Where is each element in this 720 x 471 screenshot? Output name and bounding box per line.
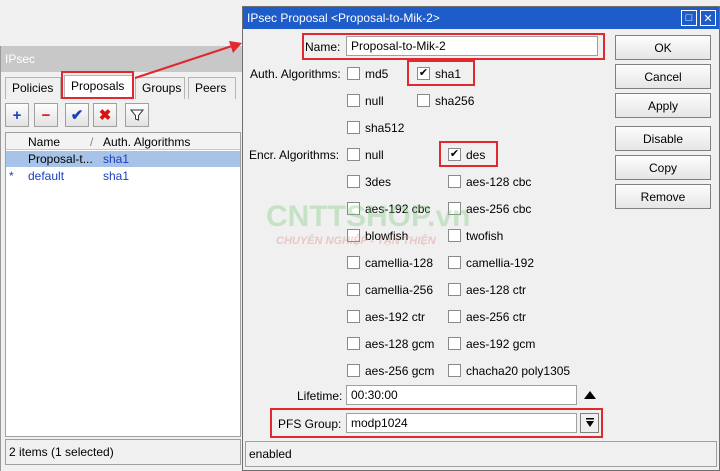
lifetime-label: Lifetime: <box>297 389 343 403</box>
twofish-label: twofish <box>466 229 504 243</box>
watermark-brand: CNTTSHOP.vn <box>266 200 471 233</box>
disable-button[interactable]: Disable <box>615 126 711 151</box>
encr-algorithms-label: Encr. Algorithms: <box>249 148 340 162</box>
watermark-tagline: CHUYÊN NGHIỆP - TẬN THIỆN <box>276 235 436 247</box>
dialog-title-bar: IPsec Proposal <Proposal-to-Mik-2> □ ✕ <box>243 7 719 29</box>
aes-256-ctr-label: aes-256 ctr <box>466 310 527 324</box>
restore-button[interactable]: □ <box>681 10 697 26</box>
sha256-label: sha256 <box>435 94 475 108</box>
des-highlight <box>439 141 498 167</box>
aes-256-cbc-label: aes-256 cbc <box>466 202 532 216</box>
close-icon: ✕ <box>703 12 713 25</box>
checkbox-aes-192-ctr[interactable] <box>347 310 360 323</box>
null-encr-label: null <box>365 148 384 162</box>
remove-button[interactable]: Remove <box>615 184 711 209</box>
dialog-title: IPsec Proposal <Proposal-to-Mik-2> <box>247 11 440 25</box>
checkbox-chacha20-poly1305[interactable] <box>448 364 461 377</box>
auth-algorithms-label: Auth. Algorithms: <box>250 67 341 81</box>
chacha20-poly1305-label: chacha20 poly1305 <box>466 364 571 378</box>
aes-192-gcm-label: aes-192 gcm <box>466 337 536 351</box>
lifetime-field[interactable]: 00:30:00 <box>346 385 577 405</box>
checkbox-3des[interactable] <box>347 175 360 188</box>
name-highlight <box>302 33 605 60</box>
sha512-label: sha512 <box>365 121 405 135</box>
dialog-status-bar: enabled <box>245 441 717 467</box>
checkbox-md5[interactable] <box>347 67 360 80</box>
ok-button[interactable]: OK <box>615 35 711 60</box>
checkbox-camellia-256[interactable] <box>347 283 360 296</box>
checkbox-aes-128-ctr[interactable] <box>448 283 461 296</box>
apply-button[interactable]: Apply <box>615 93 711 118</box>
checkbox-null-encr[interactable] <box>347 148 360 161</box>
checkbox-aes-128-cbc[interactable] <box>448 175 461 188</box>
camellia-128-label: camellia-128 <box>365 256 434 270</box>
restore-icon: □ <box>685 12 693 24</box>
checkbox-aes-128-gcm[interactable] <box>347 337 360 350</box>
copy-button[interactable]: Copy <box>615 155 711 180</box>
sha1-highlight <box>407 60 475 86</box>
camellia-256-label: camellia-256 <box>365 283 434 297</box>
checkbox-aes-256-ctr[interactable] <box>448 310 461 323</box>
3des-label: 3des <box>365 175 392 189</box>
md5-label: md5 <box>365 67 389 81</box>
pfs-group-highlight <box>270 408 603 438</box>
collapse-up-icon[interactable] <box>584 391 596 399</box>
cancel-button[interactable]: Cancel <box>615 64 711 89</box>
checkbox-null-auth[interactable] <box>347 94 360 107</box>
aes-256-gcm-label: aes-256 gcm <box>365 364 435 378</box>
camellia-192-label: camellia-192 <box>466 256 535 270</box>
checkbox-aes-256-gcm[interactable] <box>347 364 360 377</box>
close-button[interactable]: ✕ <box>700 10 716 26</box>
checkbox-camellia-192[interactable] <box>448 256 461 269</box>
checkbox-sha512[interactable] <box>347 121 360 134</box>
checkbox-camellia-128[interactable] <box>347 256 360 269</box>
aes-128-cbc-label: aes-128 cbc <box>466 175 532 189</box>
aes-128-ctr-label: aes-128 ctr <box>466 283 527 297</box>
checkbox-aes-192-gcm[interactable] <box>448 337 461 350</box>
aes-192-ctr-label: aes-192 ctr <box>365 310 426 324</box>
null-auth-label: null <box>365 94 384 108</box>
checkbox-sha256[interactable] <box>417 94 430 107</box>
aes-128-gcm-label: aes-128 gcm <box>365 337 435 351</box>
